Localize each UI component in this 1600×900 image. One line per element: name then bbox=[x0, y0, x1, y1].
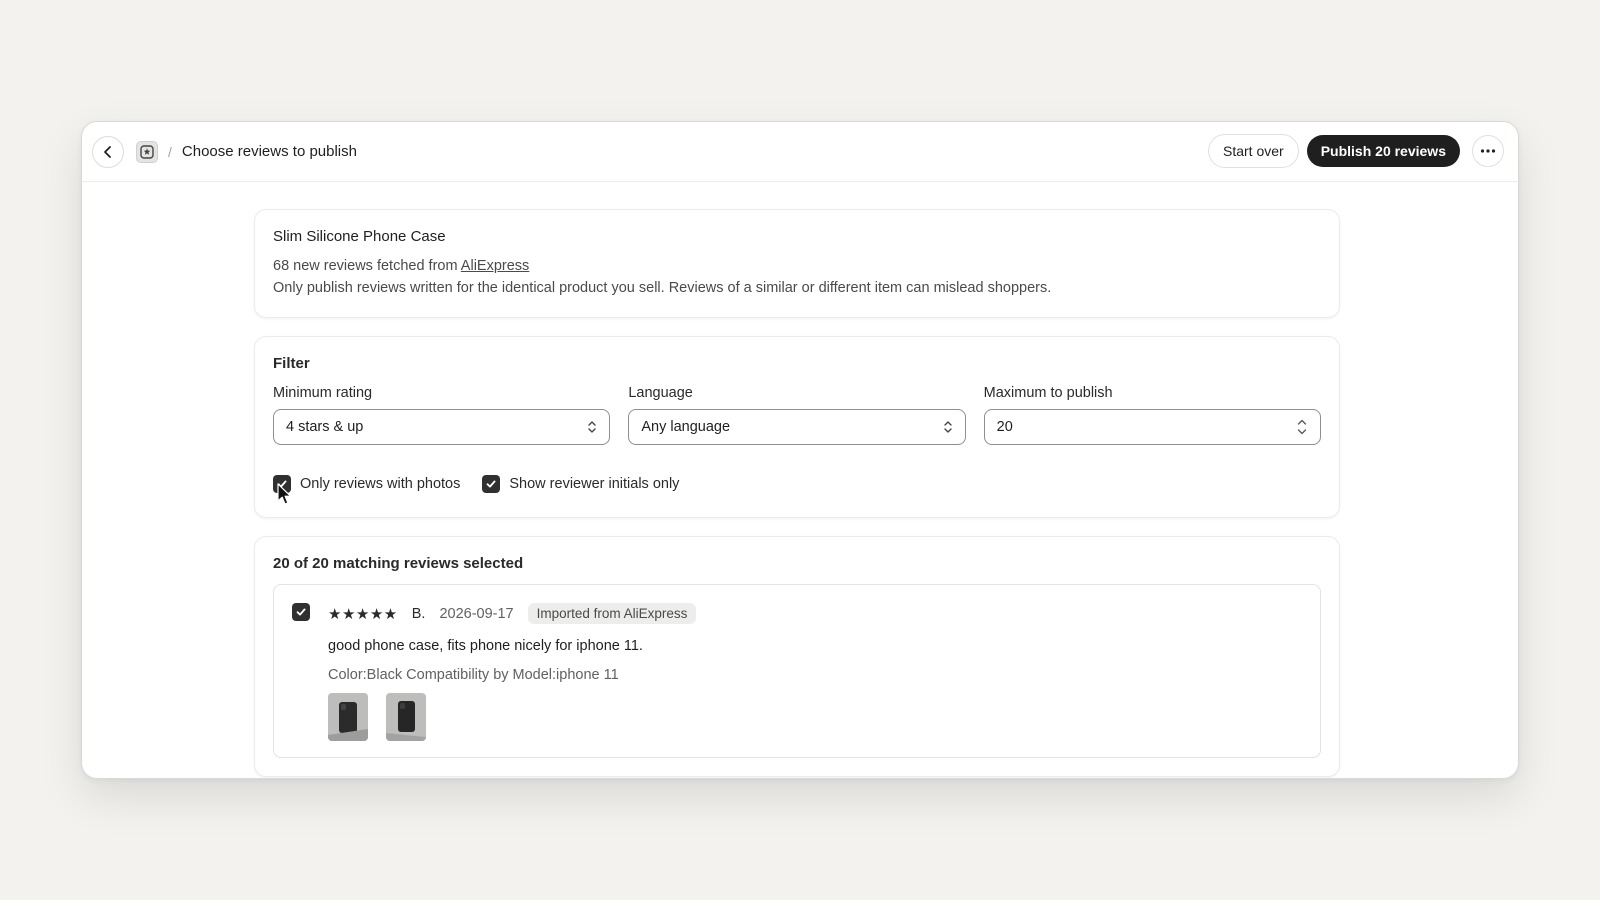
back-button[interactable] bbox=[92, 135, 124, 168]
reviews-card: 20 of 20 matching reviews selected ★★★★★… bbox=[254, 536, 1340, 777]
initials-only-label: Show reviewer initials only bbox=[509, 476, 680, 492]
source-badge: Imported from AliExpress bbox=[527, 603, 697, 624]
more-horizontal-icon bbox=[1480, 149, 1496, 153]
fetched-summary: 68 new reviews fetched from AliExpress bbox=[273, 255, 1321, 277]
max-publish-stepper[interactable] bbox=[1296, 417, 1308, 437]
max-publish-field: Maximum to publish 20 bbox=[983, 385, 1321, 445]
checkmark-icon bbox=[296, 608, 306, 616]
app-window: / Choose reviews to publish Start over P… bbox=[81, 121, 1519, 779]
chevron-left-icon bbox=[104, 145, 111, 158]
chevron-up-icon[interactable] bbox=[1296, 417, 1308, 427]
review-body: ★★★★★ B. 2026-09-17 Imported from AliExp… bbox=[328, 603, 697, 741]
filter-title: Filter bbox=[273, 355, 310, 372]
more-actions-button[interactable] bbox=[1472, 135, 1504, 167]
review-photos bbox=[328, 693, 696, 741]
initials-only-checkbox[interactable] bbox=[482, 475, 501, 493]
app-logo-icon[interactable] bbox=[136, 140, 158, 163]
review-date: 2026-09-17 bbox=[439, 605, 514, 622]
language-value: Any language bbox=[641, 419, 731, 435]
star-rating: ★★★★★ bbox=[328, 605, 398, 623]
only-photos-label: Only reviews with photos bbox=[300, 476, 461, 492]
review-select-checkbox[interactable] bbox=[292, 603, 310, 621]
review-text: good phone case, fits phone nicely for i… bbox=[328, 638, 643, 654]
review-photo-thumbnail[interactable] bbox=[386, 693, 426, 741]
main-content: Slim Silicone Phone Case 68 new reviews … bbox=[254, 209, 1340, 777]
product-name: Slim Silicone Phone Case bbox=[273, 228, 446, 245]
filter-card: Filter Minimum rating 4 stars & up Langu… bbox=[254, 336, 1340, 518]
publish-reviews-button[interactable]: Publish 20 reviews bbox=[1306, 135, 1460, 167]
select-arrows-icon bbox=[588, 421, 597, 433]
selected-summary: 20 of 20 matching reviews selected bbox=[273, 555, 524, 572]
page-title: Choose reviews to publish bbox=[181, 143, 357, 160]
initials-only-option[interactable]: Show reviewer initials only bbox=[482, 475, 679, 493]
phone-case-photo-icon bbox=[386, 693, 426, 741]
publish-warning: Only publish reviews written for the ide… bbox=[273, 280, 1052, 296]
language-select[interactable]: Any language bbox=[628, 409, 966, 445]
source-link[interactable]: AliExpress bbox=[461, 258, 530, 274]
top-bar: / Choose reviews to publish Start over P… bbox=[82, 122, 1518, 182]
checkmark-icon bbox=[486, 480, 496, 488]
max-publish-label: Maximum to publish bbox=[983, 385, 1113, 401]
filter-checkboxes: Only reviews with photos Show reviewer i… bbox=[273, 475, 1321, 493]
start-over-button[interactable]: Start over bbox=[1208, 134, 1299, 168]
language-label: Language bbox=[628, 385, 693, 401]
reviewer-name: B. bbox=[411, 605, 426, 622]
min-rating-value: 4 stars & up bbox=[286, 419, 364, 435]
product-card: Slim Silicone Phone Case 68 new reviews … bbox=[254, 209, 1340, 318]
review-item[interactable]: ★★★★★ B. 2026-09-17 Imported from AliExp… bbox=[273, 584, 1321, 758]
only-photos-option[interactable]: Only reviews with photos bbox=[273, 475, 460, 493]
min-rating-label: Minimum rating bbox=[273, 385, 373, 401]
filter-fields: Minimum rating 4 stars & up Language Any… bbox=[273, 385, 1321, 445]
review-meta: ★★★★★ B. 2026-09-17 Imported from AliExp… bbox=[328, 603, 697, 624]
review-variant: Color:Black Compatibility by Model:iphon… bbox=[328, 667, 619, 683]
fetched-summary-text: 68 new reviews fetched from bbox=[273, 258, 461, 274]
review-photo-thumbnail[interactable] bbox=[328, 693, 368, 741]
only-photos-checkbox[interactable] bbox=[273, 475, 291, 493]
phone-case-photo-icon bbox=[328, 693, 368, 741]
min-rating-select[interactable]: 4 stars & up bbox=[273, 409, 611, 445]
checkmark-icon bbox=[277, 480, 287, 488]
breadcrumb-separator: / bbox=[168, 143, 172, 160]
chevron-down-icon[interactable] bbox=[1296, 427, 1308, 437]
star-badge-icon bbox=[140, 144, 154, 159]
language-field: Language Any language bbox=[628, 385, 966, 445]
min-rating-field: Minimum rating 4 stars & up bbox=[273, 385, 611, 445]
max-publish-value: 20 bbox=[996, 419, 1013, 435]
select-arrows-icon bbox=[943, 421, 952, 433]
header-actions: Start over Publish 20 reviews bbox=[1208, 134, 1504, 168]
max-publish-input[interactable]: 20 bbox=[983, 409, 1321, 445]
